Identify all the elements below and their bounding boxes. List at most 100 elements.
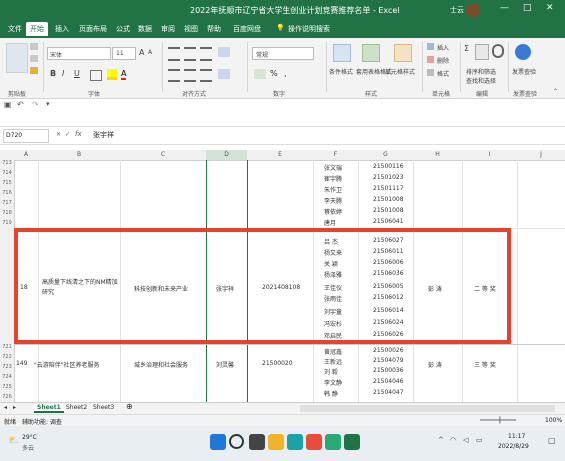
cell-styles-button[interactable]: 单元格样式 [385, 67, 415, 76]
cell-member-name[interactable]: 崔宇腾 [324, 174, 342, 183]
app-icon[interactable] [325, 434, 341, 450]
align-right-icon[interactable] [200, 69, 212, 82]
next-sheet-icon[interactable]: ▸ [13, 404, 16, 411]
cell-award[interactable]: 三 等 奖 [474, 360, 496, 369]
row-header[interactable]: 723 [0, 364, 14, 374]
align-top-icon[interactable] [168, 47, 180, 61]
row-header[interactable]: 716 [0, 190, 14, 200]
tab-page-layout[interactable]: 页面布局 [79, 24, 107, 34]
align-left-icon[interactable] [168, 69, 180, 82]
insert-cells-button[interactable]: 插入 [437, 43, 449, 52]
font-name-select[interactable]: 宋体 [47, 47, 111, 60]
row-header[interactable]: 714 [0, 170, 14, 180]
fx-icon[interactable]: fx [75, 130, 82, 138]
find-select-icon[interactable] [492, 44, 504, 58]
row-header[interactable]: 726 [0, 394, 14, 402]
clock-time[interactable]: 11:17 [508, 433, 525, 440]
zoom-level[interactable]: 100% [545, 417, 562, 424]
delete-cells-icon[interactable] [427, 56, 434, 63]
borders-icon[interactable] [90, 70, 102, 81]
horizontal-scrollbar[interactable] [300, 405, 555, 412]
row-header[interactable]: 721 [0, 344, 14, 354]
cell-member-id[interactable]: 21506041 [373, 218, 404, 225]
row-header[interactable]: 715 [0, 180, 14, 190]
redo-icon[interactable]: ↷ [32, 100, 39, 109]
enter-formula-icon[interactable]: ✓ [65, 131, 70, 138]
row-header[interactable]: 718 [0, 210, 14, 220]
wrap-text-icon[interactable] [218, 47, 230, 57]
align-bottom-icon[interactable] [200, 47, 212, 61]
cell-member-id[interactable]: 21504046 [373, 378, 404, 385]
prev-sheet-icon[interactable]: ◂ [4, 404, 7, 411]
cell-advisor[interactable]: 彭 涛 [428, 360, 442, 369]
conditional-format-icon[interactable] [333, 44, 351, 62]
format-cells-icon[interactable] [427, 69, 434, 76]
tab-help[interactable]: 帮助 [207, 24, 221, 34]
tab-insert[interactable]: 插入 [55, 24, 69, 34]
tab-baidu[interactable]: 百度网盘 [233, 24, 261, 34]
cell-member-name[interactable]: 韩 静 [324, 389, 338, 398]
accounting-icon[interactable] [254, 69, 266, 79]
volume-icon[interactable]: ◁ [463, 436, 468, 444]
tab-formulas[interactable]: 公式 [116, 24, 130, 34]
cell-member-id[interactable]: 21504079 [373, 357, 404, 364]
italic-button[interactable]: I [62, 69, 64, 78]
cell-member-id[interactable]: 21501008 [373, 196, 404, 203]
chrome-icon[interactable] [306, 434, 322, 450]
column-header-a[interactable]: A [14, 150, 39, 161]
zoom-slider[interactable]: ━━━━━╋━━━━ [480, 417, 516, 424]
sort-filter-icon[interactable] [475, 44, 489, 60]
cell-member-id[interactable]: 21504047 [373, 389, 404, 396]
cell-record-no[interactable]: 149 [16, 360, 27, 367]
sort-filter-button[interactable]: 排序和筛选 [466, 67, 496, 76]
collapse-ribbon-icon[interactable]: ⌃ [553, 88, 558, 95]
file-explorer-icon[interactable] [268, 434, 284, 450]
undo-icon[interactable]: ↶ [17, 100, 24, 109]
task-view-icon[interactable] [249, 434, 265, 450]
cut-icon[interactable] [30, 43, 38, 50]
weather-icon[interactable]: ⛅ [8, 436, 19, 446]
add-sheet-button[interactable]: ⊕ [126, 402, 133, 411]
column-header-c[interactable]: C [120, 150, 207, 161]
cell-leader[interactable]: 刘灵馨 [216, 360, 234, 369]
name-box[interactable]: D720 [3, 129, 49, 143]
number-format-select[interactable]: 常规 [252, 47, 314, 60]
percent-icon[interactable]: % [270, 69, 280, 79]
cell-member-id[interactable]: 21501117 [373, 185, 404, 192]
merge-center-icon[interactable] [218, 69, 230, 79]
excel-icon[interactable] [344, 434, 360, 450]
column-header-h[interactable]: H [413, 150, 463, 161]
wifi-icon[interactable]: ◠ [450, 436, 456, 444]
delete-cells-button[interactable]: 删除 [437, 56, 449, 65]
tab-review[interactable]: 审阅 [161, 24, 175, 34]
conditional-format-button[interactable]: 条件格式 [329, 67, 353, 76]
insert-cells-icon[interactable] [427, 43, 434, 50]
format-table-icon[interactable] [362, 44, 380, 62]
cell-member-id[interactable]: 21500026 [373, 347, 404, 354]
align-center-icon[interactable] [184, 69, 196, 82]
underline-button[interactable]: U [74, 69, 80, 78]
cell-leader-id[interactable]: 21500020 [262, 360, 293, 367]
row-header[interactable]: 725 [0, 384, 14, 394]
shrink-font-icon[interactable]: A [148, 49, 152, 56]
sheet-tab-sheet3[interactable]: Sheet3 [93, 404, 114, 411]
tab-file[interactable]: 文件 [8, 24, 22, 34]
cell-member-name[interactable]: 唐月 [324, 218, 336, 227]
cell-category[interactable]: 城乡治理和社会服务 [134, 360, 188, 369]
copy-icon[interactable] [30, 55, 38, 62]
minimize-button[interactable]: — [500, 3, 509, 13]
notification-icon[interactable]: ▢ [548, 436, 556, 445]
tab-view[interactable]: 视图 [184, 24, 198, 34]
cell-member-name[interactable]: 张文瑞 [324, 163, 342, 172]
find-select-button[interactable]: 查找和选择 [466, 76, 496, 85]
cell-member-name[interactable]: 李天腾 [324, 196, 342, 205]
cell-styles-icon[interactable] [394, 44, 412, 62]
customize-qat-icon[interactable]: ▾ [46, 100, 50, 108]
column-header-j[interactable]: J [517, 150, 565, 161]
tray-chevron-icon[interactable]: ^ [438, 436, 444, 444]
cell-member-name[interactable]: 朱作卫 [324, 185, 342, 194]
row-header[interactable]: 719 [0, 220, 14, 228]
column-header-d[interactable]: D [206, 150, 248, 161]
tab-home[interactable]: 开始 [26, 22, 48, 36]
formula-input[interactable]: 张宇祥 [93, 130, 114, 140]
